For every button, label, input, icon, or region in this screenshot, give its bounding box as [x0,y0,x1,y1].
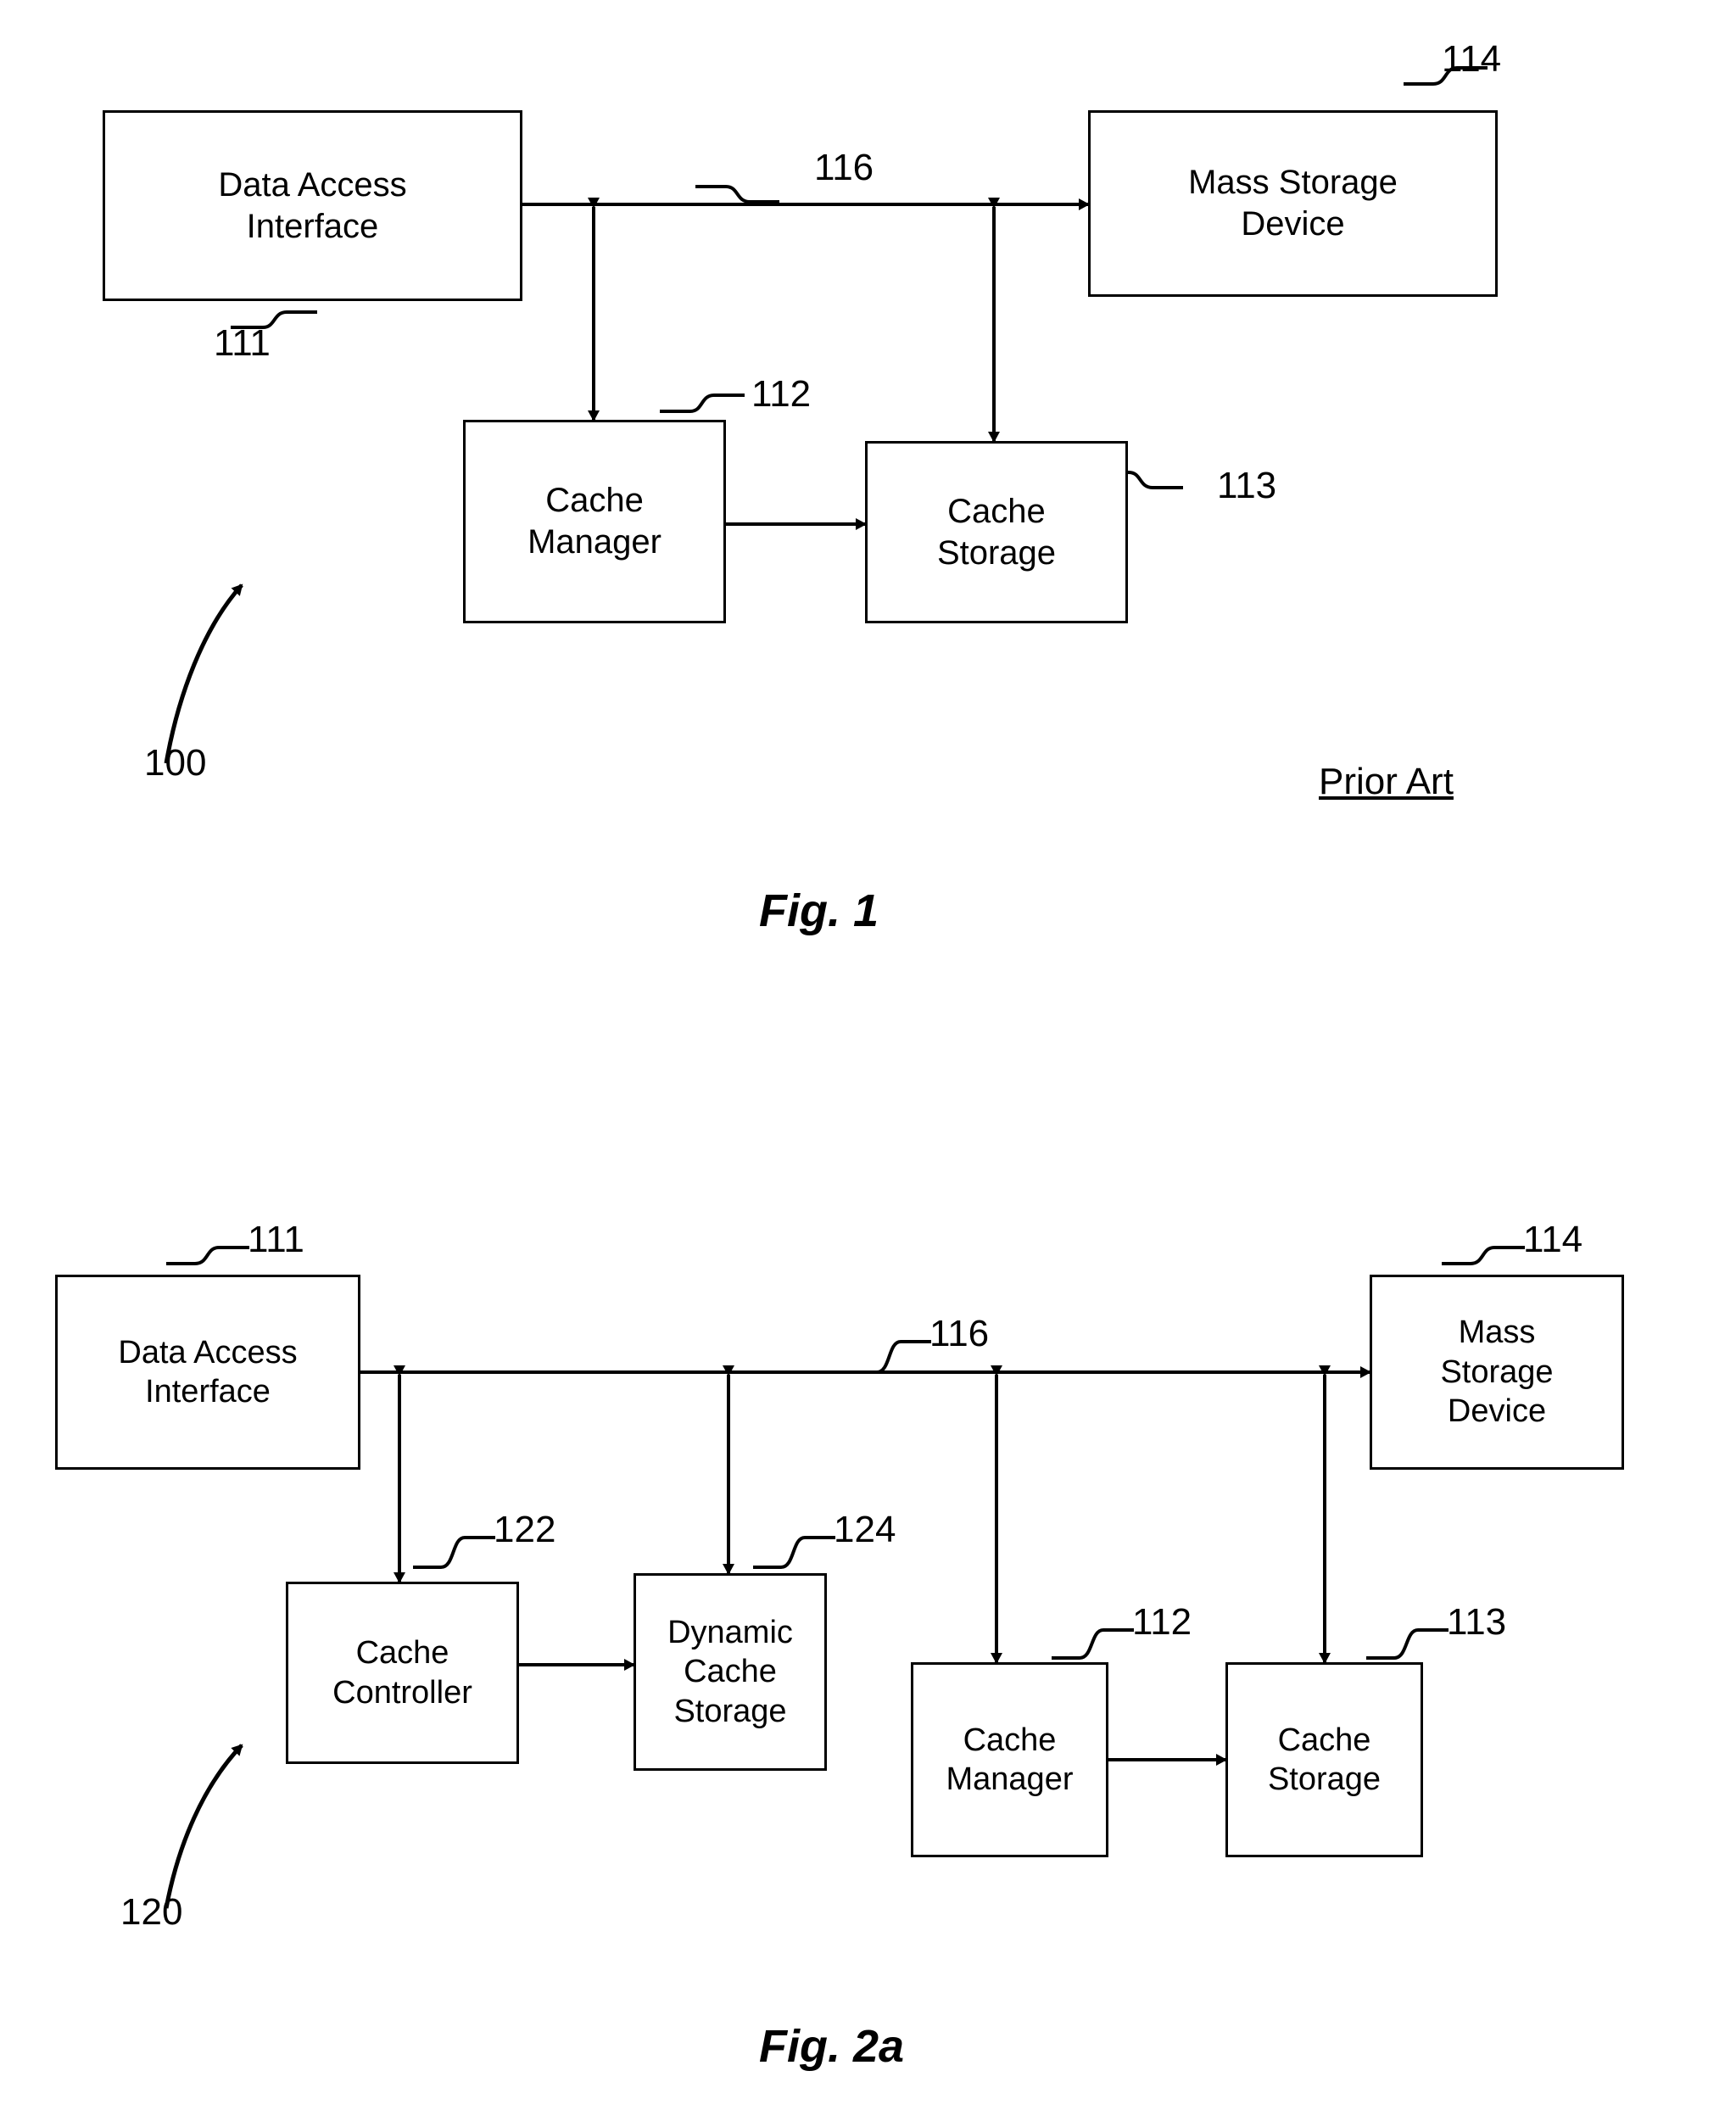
box-label: Data Access Interface [218,165,407,245]
ref-114-fig1: 114 [1442,38,1502,80]
prior-art-label: Prior Art [1319,761,1454,802]
figure-caption-fig2a: Fig. 2a [759,2021,905,2072]
ref-116-fig1: 116 [814,147,874,188]
ref-113-fig1: 113 [1217,465,1277,506]
box-mass-storage-device-fig2a: Mass Storage Device [1370,1275,1624,1470]
box-cache-manager-fig2a: Cache Manager [911,1662,1108,1857]
ref-120-fig2a: 120 [120,1891,183,1933]
box-cache-storage-fig1: Cache Storage [865,441,1128,623]
ref-114-fig2a: 114 [1523,1219,1583,1260]
box-label: Cache Storage [936,492,1057,572]
box-mass-storage-device-fig1: Mass Storage Device [1088,110,1498,297]
ref-112-fig2a: 112 [1132,1601,1192,1643]
ref-122-fig2a: 122 [494,1509,556,1550]
box-data-access-interface-fig1: Data Access Interface [103,110,522,301]
box-label: Mass Storage Device [1440,1315,1554,1430]
connector-lines [164,66,1525,1909]
box-label: Cache Manager [527,482,661,561]
ref-100-fig1: 100 [144,742,207,784]
box-label: Cache Storage [1267,1722,1382,1797]
ref-124-fig2a: 124 [834,1509,896,1550]
box-label: Dynamic Cache Storage [667,1614,793,1729]
box-label: Mass Storage Device [1188,164,1398,243]
ref-113-fig2a: 113 [1447,1601,1507,1643]
patent-figure-sheet: Data Access Interface Mass Storage Devic… [0,0,1736,2110]
box-data-access-interface-fig2a: Data Access Interface [55,1275,360,1470]
box-cache-manager-fig1: Cache Manager [463,420,726,623]
ref-111-fig2a: 111 [248,1219,304,1260]
figure-caption-fig1: Fig. 1 [759,885,879,936]
ref-116-fig2a: 116 [929,1313,990,1354]
ref-111-fig1: 111 [214,322,271,364]
box-label: Data Access Interface [118,1334,298,1409]
box-label: Cache Manager [946,1722,1074,1797]
box-label: Cache Controller [332,1635,472,1711]
box-dynamic-cache-storage-fig2a: Dynamic Cache Storage [634,1573,827,1771]
box-cache-controller-fig2a: Cache Controller [286,1582,519,1764]
box-cache-storage-fig2a: Cache Storage [1225,1662,1423,1857]
ref-112-fig1: 112 [751,373,812,415]
